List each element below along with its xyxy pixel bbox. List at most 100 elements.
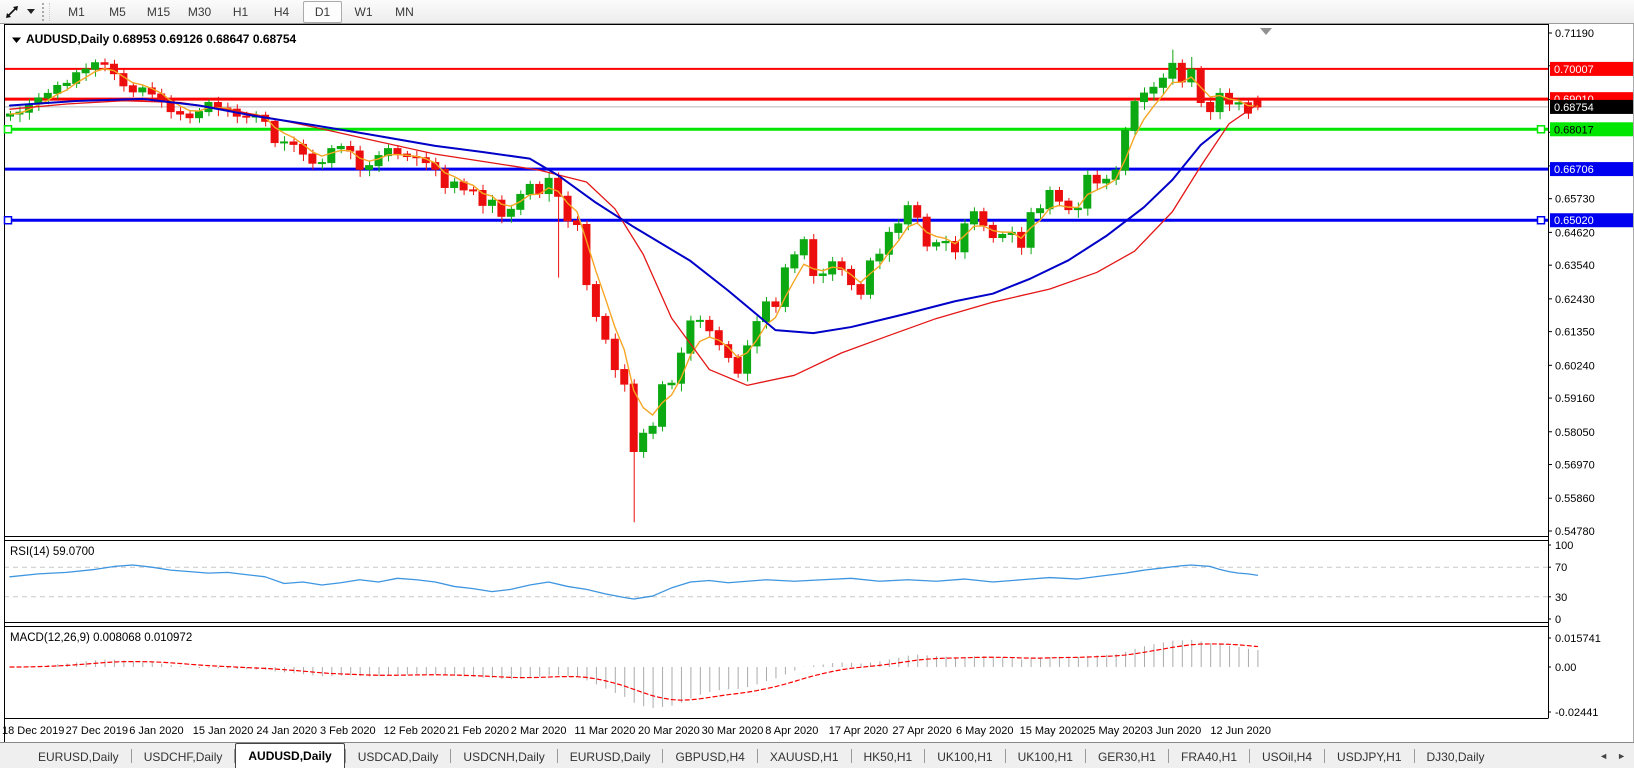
date-label: 2 Mar 2020 xyxy=(511,725,567,737)
timeframe-button-d1[interactable]: D1 xyxy=(303,1,342,23)
candle-body xyxy=(999,235,1006,238)
line-drag-handle[interactable] xyxy=(1538,126,1545,133)
candle-body xyxy=(243,116,250,117)
chart-tab-eurusd-daily[interactable]: EURUSD,Daily xyxy=(558,746,663,768)
chart-background xyxy=(0,24,1634,742)
candle-body xyxy=(281,142,288,143)
chart-tab-uk100-h1[interactable]: UK100,H1 xyxy=(1006,746,1085,768)
chevron-down-icon[interactable] xyxy=(24,1,38,23)
chart-tab-uk100-h1[interactable]: UK100,H1 xyxy=(925,746,1004,768)
date-label: 15 Jan 2020 xyxy=(193,725,254,737)
chart-tab-dj30-daily[interactable]: DJ30,Daily xyxy=(1415,746,1497,768)
candle-body xyxy=(1074,208,1081,210)
candle-body xyxy=(1207,102,1214,111)
price-chart[interactable]: 0.711900.701100.690000.679200.668100.657… xyxy=(0,24,1634,742)
date-label: 30 Mar 2020 xyxy=(702,725,764,737)
candle-body xyxy=(101,63,108,65)
candle-body xyxy=(800,240,807,255)
candle-body xyxy=(394,149,401,154)
chart-tab-usdchf-daily[interactable]: USDCHF,Daily xyxy=(132,746,235,768)
date-label: 27 Dec 2019 xyxy=(66,725,128,737)
candle-body xyxy=(772,302,779,307)
timeframe-button-h4[interactable]: H4 xyxy=(262,1,301,23)
timeframe-button-w1[interactable]: W1 xyxy=(344,1,383,23)
candle-body xyxy=(309,154,316,163)
date-label: 3 Jun 2020 xyxy=(1147,725,1201,737)
candle-body xyxy=(526,184,533,194)
price-tick-label: 0.55860 xyxy=(1555,493,1595,505)
date-label: 25 May 2020 xyxy=(1083,725,1147,737)
timeframe-button-m1[interactable]: M1 xyxy=(57,1,96,23)
chart-cursor-icon[interactable] xyxy=(0,1,24,23)
candle-body xyxy=(611,339,618,369)
rsi-label: RSI(14) 59.0700 xyxy=(10,546,94,558)
rsi-tick-label: 100 xyxy=(1555,540,1573,552)
date-label: 17 Apr 2020 xyxy=(829,725,888,737)
candle-body xyxy=(970,212,977,224)
candle-body xyxy=(488,200,495,205)
candle-body xyxy=(1159,78,1166,87)
timeframe-button-mn[interactable]: MN xyxy=(385,1,424,23)
price-line-label: 0.68017 xyxy=(1554,124,1594,136)
chart-tab-usoil-h4[interactable]: USOil,H4 xyxy=(1250,746,1324,768)
candle-body xyxy=(781,268,788,307)
chart-tab-usdcnh-daily[interactable]: USDCNH,Daily xyxy=(451,746,556,768)
rsi-tick-label: 70 xyxy=(1555,562,1567,574)
chart-tab-xauusd-h1[interactable]: XAUUSD,H1 xyxy=(758,746,851,768)
candle-body xyxy=(810,240,817,276)
candle-body xyxy=(885,232,892,254)
timeframe-button-m30[interactable]: M30 xyxy=(180,1,219,23)
chart-tab-ger30-h1[interactable]: GER30,H1 xyxy=(1086,746,1168,768)
candle-body xyxy=(763,302,770,322)
line-drag-handle[interactable] xyxy=(5,126,12,133)
candle-body xyxy=(621,370,628,385)
toolbar-grip[interactable] xyxy=(42,3,50,21)
candle-body xyxy=(186,114,193,118)
rsi-tick-label: 0 xyxy=(1555,614,1561,626)
chart-tab-usdcad-daily[interactable]: USDCAD,Daily xyxy=(346,746,451,768)
candle-body xyxy=(54,86,61,94)
chart-tab-eurusd-daily[interactable]: EURUSD,Daily xyxy=(26,746,131,768)
chart-tab-audusd-daily[interactable]: AUDUSD,Daily xyxy=(235,743,344,768)
candle-body xyxy=(668,383,675,385)
candle-body xyxy=(753,322,760,346)
price-tick-label: 0.71190 xyxy=(1555,28,1594,40)
line-drag-handle[interactable] xyxy=(5,217,12,224)
date-label: 20 Mar 2020 xyxy=(638,725,700,737)
price-tick-label: 0.56970 xyxy=(1555,460,1595,472)
price-tick-label: 0.62430 xyxy=(1555,294,1595,306)
timeframe-button-m5[interactable]: M5 xyxy=(98,1,137,23)
candle-body xyxy=(63,83,70,85)
line-drag-handle[interactable] xyxy=(1538,217,1545,224)
candle-body xyxy=(356,151,363,169)
macd-tick-label: 0.015741 xyxy=(1555,633,1601,645)
candle-body xyxy=(980,212,987,226)
chart-tab-usdjpy-h1[interactable]: USDJPY,H1 xyxy=(1325,746,1413,768)
scroll-right-icon[interactable]: ► xyxy=(1617,743,1626,769)
price-line-label: 0.66706 xyxy=(1554,164,1594,176)
candle-body xyxy=(857,285,864,295)
candle-body xyxy=(895,224,902,232)
chart-tab-fra40-h1[interactable]: FRA40,H1 xyxy=(1169,746,1249,768)
chart-tab-gbpusd-h4[interactable]: GBPUSD,H4 xyxy=(663,746,756,768)
candle-body xyxy=(1141,93,1148,101)
tab-list: EURUSD,DailyUSDCHF,DailyAUDUSD,DailyUSDC… xyxy=(26,743,1497,768)
candle-body xyxy=(507,209,514,216)
timeframe-button-h1[interactable]: H1 xyxy=(221,1,260,23)
chart-tab-bar: EURUSD,DailyUSDCHF,DailyAUDUSD,DailyUSDC… xyxy=(0,742,1634,768)
date-label: 12 Jun 2020 xyxy=(1210,725,1271,737)
date-label: 27 Apr 2020 xyxy=(892,725,951,737)
scroll-left-icon[interactable]: ◄ xyxy=(1599,743,1608,769)
candle-body xyxy=(819,274,826,276)
timeframe-button-group: M1M5M15M30H1H4D1W1MN xyxy=(56,1,425,23)
timeframe-button-m15[interactable]: M15 xyxy=(139,1,178,23)
price-tick-label: 0.61350 xyxy=(1555,327,1595,339)
cursor-arrows-icon xyxy=(4,4,20,20)
price-line-label: 0.70007 xyxy=(1554,64,1594,76)
candle-body xyxy=(1055,191,1062,202)
candle-body xyxy=(791,255,798,268)
candle-body xyxy=(649,426,656,433)
date-label: 18 Dec 2019 xyxy=(2,725,64,737)
chart-tab-hk50-h1[interactable]: HK50,H1 xyxy=(852,746,925,768)
candle-body xyxy=(82,69,89,73)
